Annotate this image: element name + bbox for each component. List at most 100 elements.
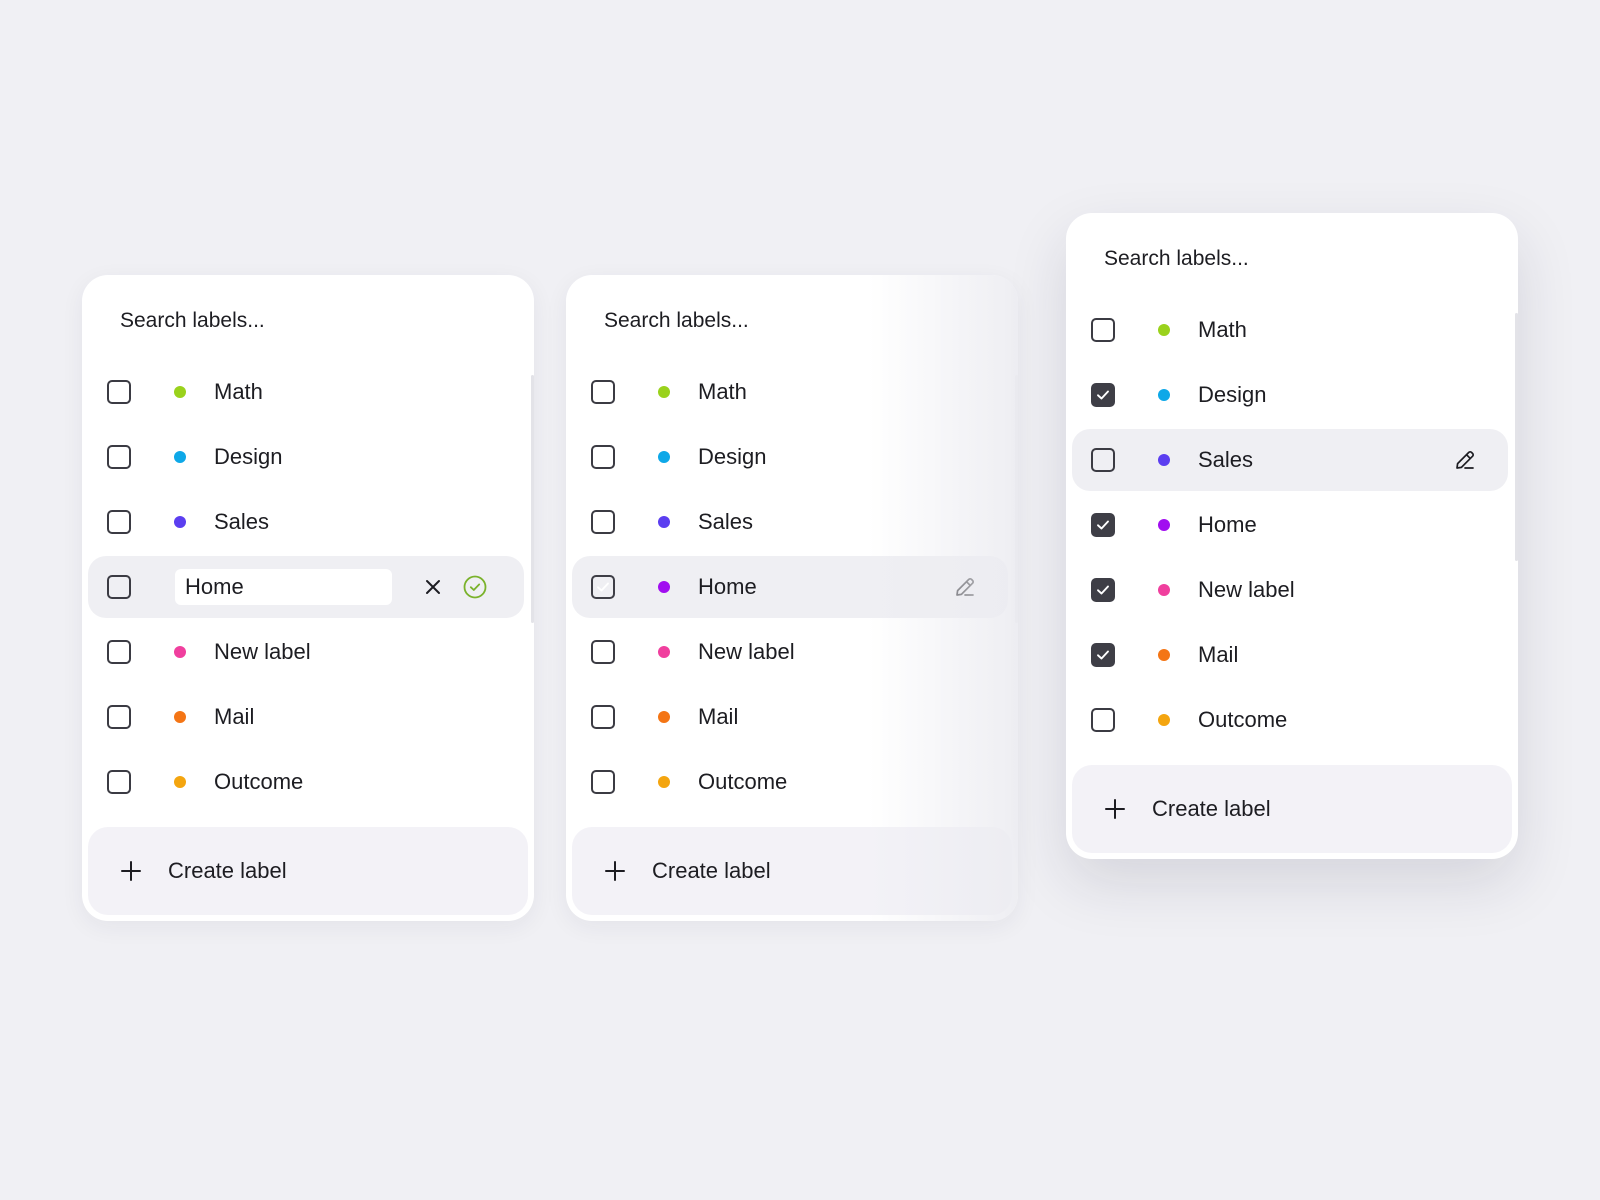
label-text: Math [698,379,747,404]
checkbox[interactable] [1091,708,1115,732]
checkbox[interactable] [107,640,131,664]
checkbox[interactable] [591,640,615,664]
checkbox-checked[interactable] [1091,578,1115,602]
color-dot [1158,649,1170,661]
label-item-mail[interactable]: Mail [88,686,524,748]
label-item-design[interactable]: Design [88,426,524,488]
edit-label-button[interactable] [1453,448,1477,472]
label-text: Mail [698,704,739,729]
label-list: Math Design Sales Home New label Mail Ou… [1072,299,1508,754]
label-item-outcome[interactable]: Outcome [88,751,524,813]
checkbox[interactable] [1091,448,1115,472]
color-dot [174,516,186,528]
check-circle-icon [463,575,487,599]
check-icon [1097,585,1109,595]
create-label-button[interactable]: Create label [572,827,1012,915]
checkbox[interactable] [591,445,615,469]
label-item-home[interactable]: Home [572,556,1008,618]
color-dot [1158,714,1170,726]
label-item-sales[interactable]: Sales [88,491,524,553]
label-text: Mail [1198,642,1239,667]
label-text: Sales [214,509,270,534]
label-item-new-label[interactable]: New label [88,621,524,683]
search-input[interactable] [1086,231,1504,287]
label-text: Home [1198,512,1257,537]
label-text: Design [1198,382,1267,407]
checkbox[interactable] [107,705,131,729]
color-dot [658,581,670,593]
label-text: Outcome [698,769,788,794]
check-icon [1097,520,1109,530]
label-item-home-editing[interactable] [88,556,524,618]
color-dot [1158,584,1170,596]
color-dot [1158,389,1170,401]
checkbox[interactable] [107,510,131,534]
label-picker-panel-multiselect: Math Design Sales [1066,213,1518,859]
rename-input[interactable] [175,569,392,605]
search-input[interactable] [102,293,520,349]
checkbox[interactable] [1091,318,1115,342]
create-label-text: Create label [168,858,287,883]
label-item-mail[interactable]: Mail [1072,624,1508,686]
checkbox[interactable] [591,510,615,534]
label-text: New label [1198,577,1295,602]
label-item-math[interactable]: Math [572,361,1008,423]
label-text: Mail [214,704,255,729]
color-dot [658,776,670,788]
checkbox[interactable] [107,445,131,469]
plus-icon [1103,797,1127,821]
checkbox[interactable] [107,380,131,404]
label-text: New label [698,639,795,664]
label-text: Home [698,574,757,599]
label-item-new-label[interactable]: New label [1072,559,1508,621]
label-item-home[interactable]: Home [1072,494,1508,556]
create-label-button[interactable]: Create label [1072,765,1512,853]
cancel-edit-button[interactable] [421,575,445,599]
checkbox[interactable] [107,770,131,794]
label-item-math[interactable]: Math [1072,299,1508,361]
label-text: Design [698,444,767,469]
label-text: Math [214,379,263,404]
checkbox-checked[interactable] [591,575,615,599]
checkbox[interactable] [591,705,615,729]
color-dot [658,516,670,528]
pencil-icon [956,578,974,596]
label-item-new-label[interactable]: New label [572,621,1008,683]
label-text: Outcome [214,769,304,794]
label-item-design[interactable]: Design [572,426,1008,488]
label-item-mail[interactable]: Mail [572,686,1008,748]
checkbox[interactable] [591,380,615,404]
color-dot [658,711,670,723]
label-item-sales[interactable]: Sales [572,491,1008,553]
label-text: Sales [1198,447,1254,472]
color-dot [1158,454,1170,466]
color-dot [174,451,186,463]
label-text: Outcome [1198,707,1288,732]
check-icon [597,582,609,592]
scrollbar[interactable] [531,375,534,623]
edit-label-button[interactable] [953,575,977,599]
checkbox-checked[interactable] [1091,383,1115,407]
checkbox[interactable] [107,575,131,599]
checkbox-checked[interactable] [1091,513,1115,537]
checkbox-checked[interactable] [1091,643,1115,667]
checkbox[interactable] [591,770,615,794]
color-dot [1158,519,1170,531]
color-dot [658,386,670,398]
scrollbar[interactable] [1515,313,1518,561]
color-dot [174,776,186,788]
label-item-sales[interactable]: Sales [1072,429,1508,491]
scrollbar[interactable] [1015,375,1018,623]
search-input[interactable] [586,293,1004,349]
label-item-outcome[interactable]: Outcome [572,751,1008,813]
color-dot [174,386,186,398]
check-icon [1097,650,1109,660]
create-label-button[interactable]: Create label [88,827,528,915]
color-dot [658,646,670,658]
color-dot [1158,324,1170,336]
label-item-math[interactable]: Math [88,361,524,423]
label-item-design[interactable]: Design [1072,364,1508,426]
label-text: New label [214,639,311,664]
label-item-outcome[interactable]: Outcome [1072,689,1508,751]
confirm-edit-button[interactable] [463,575,487,599]
